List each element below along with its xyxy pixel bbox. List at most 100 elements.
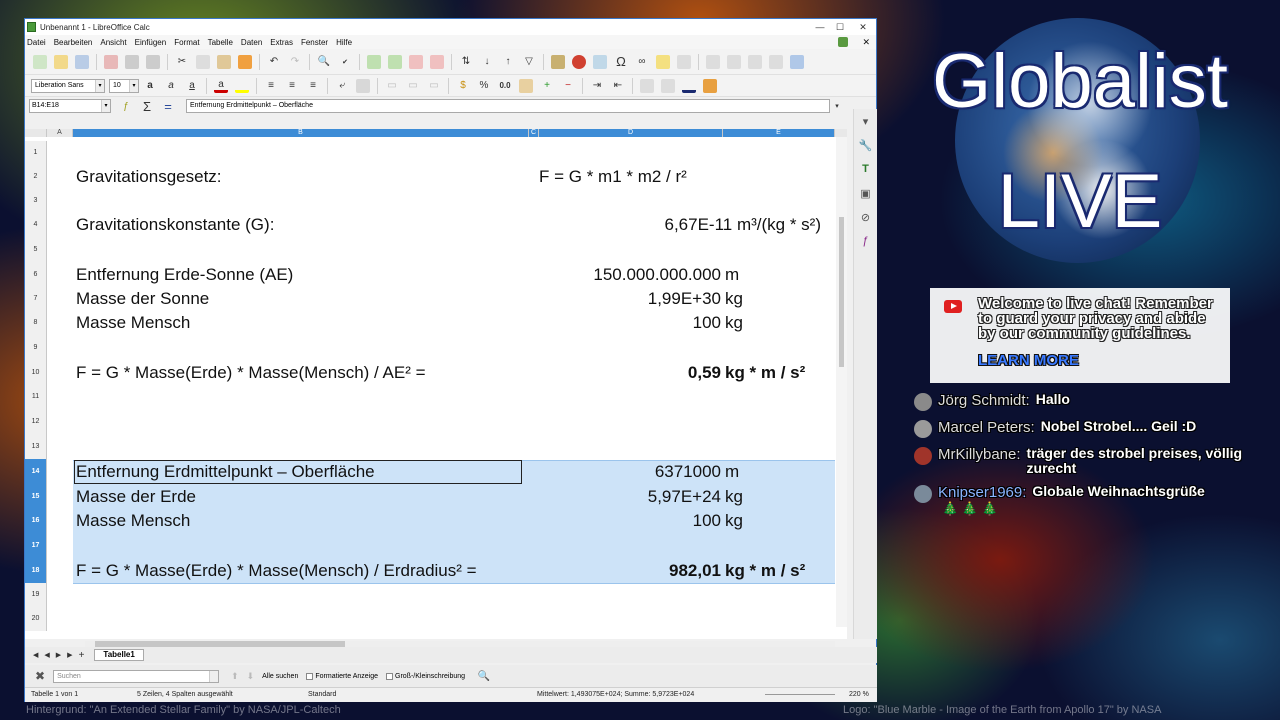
add-decimal-icon[interactable]: + [540,79,554,93]
first-sheet-icon[interactable]: ◀ [33,651,38,659]
row-header-9[interactable]: 9 [25,335,47,361]
export-pdf-icon[interactable] [104,54,118,69]
clone-format-icon[interactable] [238,54,252,69]
cell-d15[interactable]: 5,97E+24 [545,485,721,509]
date-format-icon[interactable] [519,78,533,93]
properties-icon[interactable]: 🔧 [859,139,873,153]
wrap-text-icon[interactable]: ⤶ [335,79,349,93]
cell-e15[interactable]: kg [725,485,743,509]
open-icon[interactable] [54,54,68,69]
status-summary[interactable]: Mittelwert: 1,493075E+024; Summe: 5,9723… [537,691,694,698]
cell-d2[interactable]: F = G * m1 * m2 / r² [539,165,687,189]
row-header-6[interactable]: 6 [25,263,47,287]
row-header-17[interactable]: 17 [25,533,47,559]
show-draw-functions-icon[interactable] [769,54,783,69]
bold-icon[interactable]: a [143,79,157,93]
currency-icon[interactable]: $ [456,79,470,93]
functions-icon[interactable]: ƒ [859,235,873,249]
copy-icon[interactable] [196,54,210,69]
row-icon[interactable] [367,54,381,69]
row-header-7[interactable]: 7 [25,287,47,311]
print-preview-icon[interactable] [146,54,160,69]
row-header-11[interactable]: 11 [25,385,47,409]
menu-ansicht[interactable]: Ansicht [100,38,126,47]
sidebar-icon[interactable] [790,54,804,69]
match-case-checkbox[interactable]: Groß-/Kleinschreibung [386,672,465,680]
search-input[interactable]: Suchen [53,669,220,683]
last-sheet-icon[interactable]: ▶ [67,651,72,659]
align-bottom-icon[interactable]: ▭ [427,79,441,93]
delete-decimal-icon[interactable]: − [561,79,575,93]
column-header-d[interactable]: D [539,129,723,137]
column-header-a[interactable]: A [47,129,73,137]
sum-icon[interactable]: Σ [140,99,154,114]
status-page-style[interactable]: Standard [308,691,336,698]
borders-icon[interactable] [640,78,654,93]
row-header-12[interactable]: 12 [25,409,47,435]
zoom-level[interactable]: 220 % [849,691,869,698]
row-header-8[interactable]: 8 [25,311,47,335]
gallery-icon[interactable]: ▣ [859,187,873,201]
menu-tabelle[interactable]: Tabelle [208,38,233,47]
tab-tabelle1[interactable]: Tabelle1 [94,649,144,661]
row-header-15[interactable]: 15 [25,485,47,509]
menu-bearbeiten[interactable]: Bearbeiten [54,38,93,47]
update-icon[interactable] [838,37,849,47]
add-sheet-icon[interactable]: + [79,650,85,661]
menu-format[interactable]: Format [174,38,199,47]
chevron-down-icon[interactable]: ▾ [101,100,110,112]
font-color-icon[interactable]: a [214,79,228,93]
cell-b8[interactable]: Masse Mensch [76,311,190,335]
row-header-4[interactable]: 4 [25,213,47,237]
cell-b4[interactable]: Gravitationskonstante (G): [76,213,274,237]
row-header-13[interactable]: 13 [25,435,47,459]
align-left-icon[interactable]: ≡ [264,79,278,93]
cell-e14[interactable]: m [725,460,739,484]
cell-d16[interactable]: 100 [545,509,721,533]
delete-column-icon[interactable] [430,54,444,69]
close-document-button[interactable]: ✕ [862,37,870,48]
cell-e16[interactable]: kg [725,509,743,533]
image-icon[interactable] [551,54,565,69]
align-center-icon[interactable]: ≡ [285,79,299,93]
align-right-icon[interactable]: ≡ [306,79,320,93]
find-replace-dialog-icon[interactable]: 🔍 [477,669,491,683]
row-header-18[interactable]: 18 [25,559,47,583]
menu-hilfe[interactable]: Hilfe [336,38,352,47]
find-previous-icon[interactable]: ⬆ [231,671,239,682]
column-header-b[interactable]: B [73,129,529,137]
formula-input[interactable]: Entfernung Erdmittelpunkt – Oberfläche [186,99,830,113]
formula-icon[interactable]: = [161,99,175,114]
chevron-down-icon[interactable] [209,670,219,682]
cell-b18[interactable]: F = G * Masse(Erde) * Masse(Mensch) / Er… [76,559,477,583]
percent-icon[interactable]: % [477,79,491,93]
name-box[interactable]: B14:E18 ▾ [29,99,111,113]
cell-b16[interactable]: Masse Mensch [76,509,190,533]
vertical-scrollbar[interactable] [836,137,847,627]
conditional-format-icon[interactable] [703,78,717,93]
sort-ascending-icon[interactable]: ↓ [480,55,494,69]
cell-e7[interactable]: kg [725,287,743,311]
underline-icon[interactable]: a [185,79,199,93]
highlight-color-icon[interactable] [235,79,249,93]
paste-icon[interactable] [217,54,231,69]
cell-d8[interactable]: 100 [545,311,721,335]
undo-icon[interactable]: ↶ [267,55,281,69]
cell-b2[interactable]: Gravitationsgesetz: [76,165,222,189]
menu-einfuegen[interactable]: Einfügen [135,38,167,47]
print-icon[interactable] [125,54,139,69]
italic-icon[interactable]: a [164,79,178,93]
headers-footers-icon[interactable] [677,54,691,69]
decrease-indent-icon[interactable]: ⇤ [611,79,625,93]
cell-d14[interactable]: 6371000 [545,460,721,484]
hyperlink-icon[interactable]: ∞ [635,55,649,69]
close-window-button[interactable]: ✕ [850,21,876,33]
sidebar-menu-icon[interactable]: ▾ [859,115,873,129]
find-replace-icon[interactable]: 🔍 [317,55,331,69]
cell-b6[interactable]: Entfernung Erde-Sonne (AE) [76,263,293,287]
find-next-icon[interactable]: ⬇ [247,671,255,682]
cell-b10[interactable]: F = G * Masse(Erde) * Masse(Mensch) / AE… [76,361,426,385]
column-icon[interactable] [388,54,402,69]
chevron-down-icon[interactable]: ▾ [129,79,138,92]
close-find-icon[interactable]: ✖ [35,669,45,683]
